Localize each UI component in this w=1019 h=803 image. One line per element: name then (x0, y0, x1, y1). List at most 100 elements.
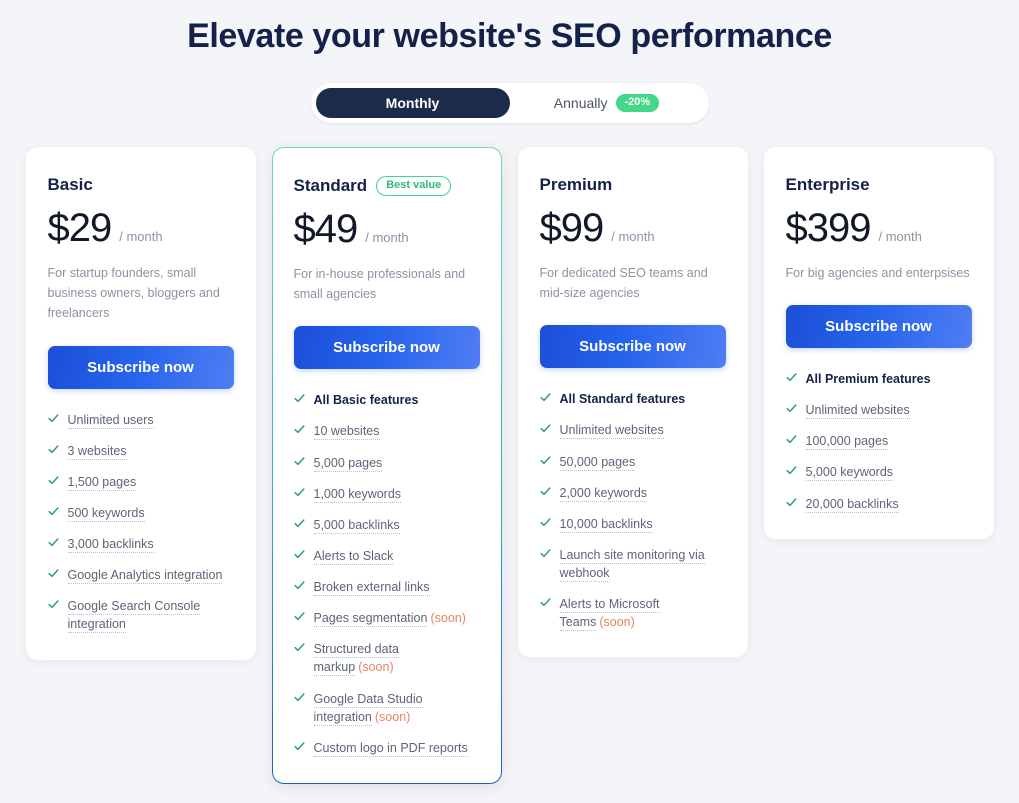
pricing-card-inner: Standard Best value $49 / month For in-house… (272, 147, 501, 783)
check-icon (293, 741, 305, 752)
feature-label[interactable]: Google Analytics integration (67, 568, 223, 585)
toggle-monthly-label: Monthly (385, 94, 440, 111)
feature-item: Google Analytics integration (47, 566, 234, 585)
price-row: $399 / month (786, 207, 972, 249)
check-icon (539, 423, 551, 434)
toggle-annually-label: Annually (553, 94, 608, 111)
feature-label[interactable]: Alerts to Slack (313, 548, 394, 565)
feature-label[interactable]: Unlimited websites (805, 403, 910, 420)
feature-label[interactable]: 10,000 backlinks (559, 516, 653, 533)
soon-tag: (soon) (374, 709, 411, 724)
subscribe-button[interactable]: Subscribe now (785, 305, 972, 349)
check-icon (539, 517, 551, 528)
pricing-card-basic: Basic $29 / month For startup founders, sma… (25, 146, 256, 660)
feature-label[interactable]: Google Search Console integration (67, 599, 201, 634)
check-icon (539, 548, 551, 559)
feature-label[interactable]: 500 keywords (67, 505, 145, 522)
pricing-page: Elevate your website's SEO performance M… (0, 0, 1019, 803)
check-icon (47, 506, 59, 517)
feature-label[interactable]: 100,000 pages (805, 434, 889, 451)
feature-label-wrap: 5,000 pages (313, 454, 383, 472)
feature-label-wrap: Unlimited websites (805, 401, 910, 420)
feature-item: 3 websites (47, 442, 234, 460)
price-row: $29 / month (48, 207, 234, 249)
check-icon (293, 393, 305, 404)
plan-header: Premium (540, 175, 726, 195)
feature-label-wrap: Google Search Console integration (67, 597, 234, 634)
feature-label[interactable]: Pages segmentation (313, 611, 428, 628)
feature-item: 5,000 keywords (785, 463, 972, 482)
feature-label[interactable]: 20,000 backlinks (805, 496, 899, 513)
pricing-card-enterprise: Enterprise $399 / month For big agencies an… (763, 146, 994, 539)
feature-item: Custom logo in PDF reports (293, 739, 480, 757)
check-icon (539, 455, 551, 466)
feature-label[interactable]: Unlimited users (67, 412, 154, 429)
feature-label[interactable]: 1,000 keywords (313, 486, 402, 503)
check-icon (47, 475, 59, 486)
plan-price: $399 (785, 205, 872, 250)
check-icon (293, 487, 305, 498)
check-icon (47, 537, 59, 548)
subscribe-button[interactable]: Subscribe now (47, 345, 234, 389)
feature-item: Google Data Studio integration (soon) (293, 690, 480, 726)
feature-item: 3,000 backlinks (47, 535, 234, 554)
feature-label-wrap: 500 keywords (67, 504, 145, 522)
feature-label-wrap: 20,000 backlinks (805, 495, 899, 513)
feature-label[interactable]: Unlimited websites (559, 423, 664, 440)
plan-period: / month (365, 229, 409, 245)
feature-label[interactable]: 3 websites (67, 443, 127, 460)
feature-label-wrap: 3 websites (67, 442, 127, 460)
feature-item: Structured data markup (soon) (293, 640, 480, 677)
check-icon (293, 642, 305, 653)
soon-tag: (soon) (599, 615, 635, 630)
feature-label-wrap: 1,000 keywords (313, 485, 402, 503)
feature-label-wrap: Launch site monitoring via webhook (559, 546, 726, 583)
feature-label-wrap: Alerts to Slack (313, 547, 394, 565)
plan-price: $99 (539, 205, 605, 250)
feature-item: Alerts to Microsoft Teams (soon) (539, 595, 726, 632)
feature-label[interactable]: 2,000 keywords (559, 485, 648, 502)
feature-item: 20,000 backlinks (785, 495, 972, 513)
feature-label-wrap: 100,000 pages (805, 432, 889, 451)
feature-label-wrap: Google Data Studio integration (soon) (313, 690, 480, 726)
subscribe-button[interactable]: Subscribe now (293, 326, 480, 370)
feature-label-wrap: 10,000 backlinks (559, 515, 653, 533)
feature-item: Google Search Console integration (47, 597, 234, 634)
toggle-option-annually[interactable]: Annually -20% (510, 88, 704, 118)
feature-label-wrap: All Basic features (314, 391, 419, 409)
plan-name: Premium (539, 174, 613, 194)
feature-label-wrap: 2,000 keywords (559, 484, 648, 502)
feature-list: All Standard features Unlimited websites 5… (539, 390, 726, 632)
subscribe-button[interactable]: Subscribe now (539, 325, 726, 369)
feature-label: All Basic features (313, 393, 419, 408)
feature-label[interactable]: 5,000 backlinks (313, 517, 400, 534)
plan-name: Enterprise (785, 174, 870, 194)
billing-toggle[interactable]: Monthly Annually -20% (310, 82, 709, 123)
check-icon (785, 434, 797, 445)
feature-label[interactable]: Launch site monitoring via webhook (559, 547, 705, 583)
feature-label[interactable]: 50,000 pages (559, 454, 636, 471)
feature-label-wrap: Alerts to Microsoft Teams (soon) (559, 595, 726, 632)
feature-label[interactable]: Broken external links (313, 580, 430, 597)
feature-label[interactable]: 5,000 pages (313, 455, 383, 472)
feature-item: 1,500 pages (47, 473, 234, 491)
pricing-card-premium: Premium $99 / month For dedicated SEO teams… (517, 146, 748, 658)
feature-label[interactable]: 1,500 pages (67, 474, 137, 491)
feature-label: All Standard features (559, 392, 686, 407)
check-icon (785, 465, 797, 476)
feature-item: All Standard features (539, 390, 726, 408)
feature-label-wrap: 50,000 pages (559, 453, 636, 471)
feature-label[interactable]: Custom logo in PDF reports (313, 740, 468, 757)
plan-period: / month (878, 228, 922, 244)
feature-label[interactable]: 5,000 keywords (805, 465, 894, 482)
toggle-option-monthly[interactable]: Monthly (315, 87, 510, 118)
pricing-card-standard: Standard Best value $49 / month For in-house… (271, 146, 502, 784)
feature-label-wrap: Broken external links (313, 578, 430, 597)
feature-item: 50,000 pages (539, 453, 726, 471)
feature-label[interactable]: 3,000 backlinks (67, 537, 154, 554)
plan-period: / month (611, 228, 655, 244)
feature-label: All Premium features (805, 372, 931, 387)
feature-label[interactable]: 10 websites (313, 424, 380, 441)
feature-label-wrap: 3,000 backlinks (67, 535, 154, 554)
feature-label-wrap: Pages segmentation (soon) (313, 609, 466, 628)
